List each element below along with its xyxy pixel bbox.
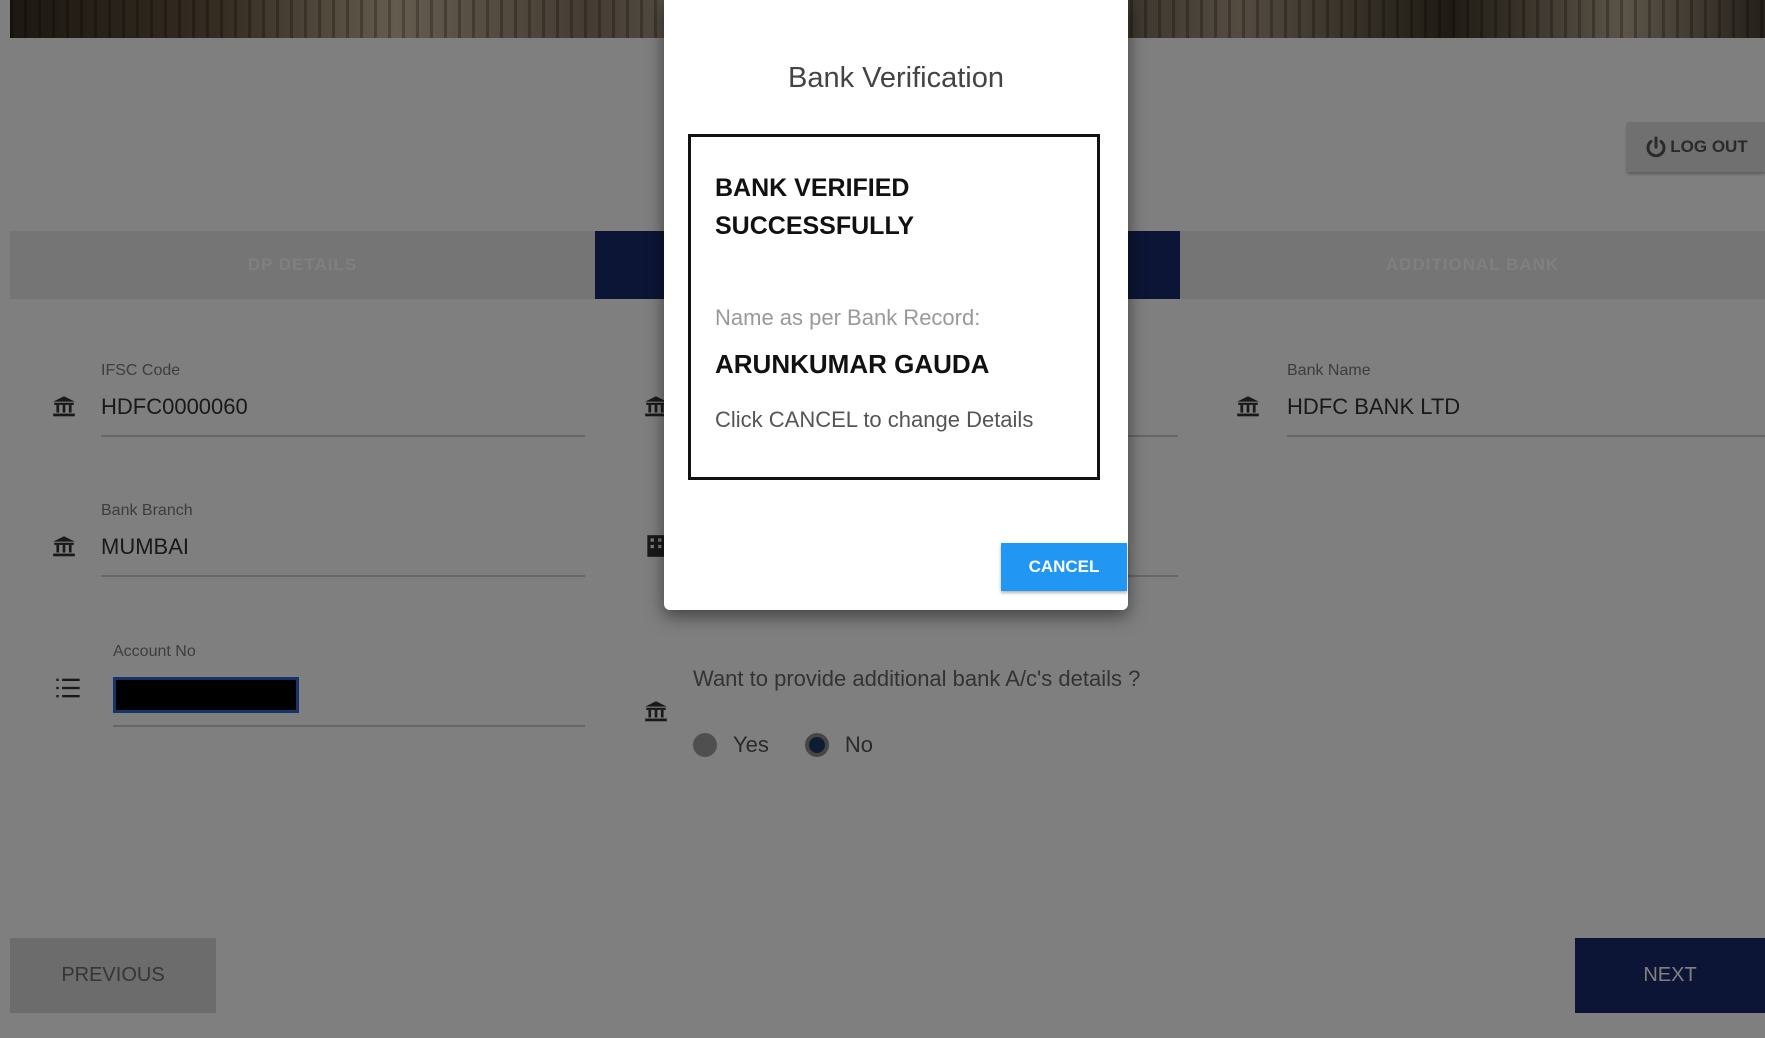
name-record-label: Name as per Bank Record: (715, 305, 981, 330)
cancel-hint: Click CANCEL to change Details (715, 407, 1034, 432)
verification-status: BANK VERIFIED SUCCESSFULLY (715, 169, 1015, 245)
cancel-button[interactable]: CANCEL (1001, 543, 1127, 591)
dialog-title: Bank Verification (787, 62, 1004, 94)
verification-result-box: BANK VERIFIED SUCCESSFULLY Name as per B… (688, 134, 1100, 480)
name-record-value: ARUNKUMAR GAUDA (715, 349, 990, 379)
bank-verification-dialog: Bank Verification BANK VERIFIED SUCCESSF… (664, 0, 1128, 610)
status-line-1: BANK VERIFIED (715, 174, 910, 202)
status-line-2: SUCCESSFULLY (715, 212, 915, 240)
